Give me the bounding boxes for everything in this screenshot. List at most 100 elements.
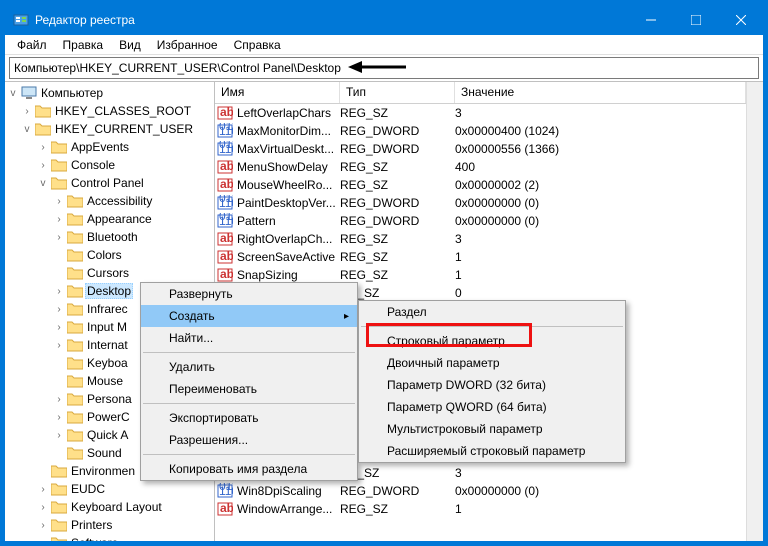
svg-text:ab: ab	[220, 267, 233, 281]
folder-icon	[67, 230, 83, 244]
folder-icon	[67, 320, 83, 334]
svg-text:ab: ab	[220, 231, 233, 245]
string-value-icon: ab	[217, 231, 233, 247]
folder-icon	[67, 302, 83, 316]
svg-text:ab: ab	[220, 177, 233, 191]
tree-root[interactable]: vКомпьютер	[5, 84, 214, 102]
ctx-new-multistring[interactable]: Мультистроковый параметр	[359, 418, 625, 440]
binary-value-icon: 011110	[217, 195, 233, 211]
maximize-button[interactable]	[673, 5, 718, 35]
tree-appevents[interactable]: ›AppEvents	[5, 138, 214, 156]
tree-cursors[interactable]: Cursors	[5, 264, 214, 282]
list-row[interactable]: 011110PaintDesktopVer...REG_DWORD0x00000…	[215, 194, 746, 212]
ctx-rename[interactable]: Переименовать	[141, 378, 357, 400]
tree-hkcu[interactable]: vHKEY_CURRENT_USER	[5, 120, 214, 138]
value-name: MouseWheelRo...	[237, 178, 340, 192]
menu-edit[interactable]: Правка	[55, 36, 112, 54]
ctx-copykeyname[interactable]: Копировать имя раздела	[141, 458, 357, 480]
tree-kblayout[interactable]: ›Keyboard Layout	[5, 498, 214, 516]
ctx-new-key[interactable]: Раздел	[359, 301, 625, 323]
svg-text:110: 110	[219, 196, 233, 210]
string-value-icon: ab	[217, 177, 233, 193]
address-bar[interactable]: Компьютер\HKEY_CURRENT_USER\Control Pane…	[9, 57, 759, 79]
ctx-new-qword[interactable]: Параметр QWORD (64 бита)	[359, 396, 625, 418]
value-data: 0x00000000 (0)	[455, 484, 746, 498]
col-value[interactable]: Значение	[455, 82, 746, 103]
list-row[interactable]: abRightOverlapCh...REG_SZ3	[215, 230, 746, 248]
svg-text:110: 110	[219, 214, 233, 228]
ctx-new-dword[interactable]: Параметр DWORD (32 бита)	[359, 374, 625, 396]
folder-icon	[67, 356, 83, 370]
folder-icon	[51, 176, 67, 190]
tree-eudc[interactable]: ›EUDC	[5, 480, 214, 498]
list-row[interactable]: 011110PatternREG_DWORD0x00000000 (0)	[215, 212, 746, 230]
ctx-new-binary[interactable]: Двоичный параметр	[359, 352, 625, 374]
ctx-find[interactable]: Найти...	[141, 327, 357, 349]
menu-help[interactable]: Справка	[226, 36, 289, 54]
context-submenu-create: Раздел Строковый параметр Двоичный парам…	[358, 300, 626, 463]
ctx-separator	[143, 352, 355, 353]
ctx-new-expandstring[interactable]: Расширяемый строковый параметр	[359, 440, 625, 462]
folder-icon	[67, 446, 83, 460]
ctx-export[interactable]: Экспортировать	[141, 407, 357, 429]
menu-favorites[interactable]: Избранное	[149, 36, 226, 54]
tree-appearance[interactable]: ›Appearance	[5, 210, 214, 228]
ctx-separator	[143, 454, 355, 455]
folder-icon	[67, 428, 83, 442]
value-type: REG_SZ	[340, 106, 455, 120]
list-row[interactable]: abScreenSaveActiveREG_SZ1	[215, 248, 746, 266]
folder-icon	[51, 158, 67, 172]
ctx-delete[interactable]: Удалить	[141, 356, 357, 378]
value-type: REG_DWORD	[340, 484, 455, 498]
col-name[interactable]: Имя	[215, 82, 340, 103]
ctx-create[interactable]: Создать	[141, 305, 357, 327]
value-type: REG_SZ	[340, 502, 455, 516]
ctx-new-string[interactable]: Строковый параметр	[359, 330, 625, 352]
tree-software[interactable]: ›Software	[5, 534, 214, 541]
folder-icon	[51, 536, 67, 541]
menu-view[interactable]: Вид	[111, 36, 149, 54]
tree-console[interactable]: ›Console	[5, 156, 214, 174]
svg-text:ab: ab	[220, 249, 233, 263]
value-data: 0x00000000 (0)	[455, 214, 746, 228]
value-name: Win8DpiScaling	[237, 484, 340, 498]
value-data: 3	[455, 106, 746, 120]
app-icon	[13, 12, 29, 28]
list-row[interactable]: abMouseWheelRo...REG_SZ0x00000002 (2)	[215, 176, 746, 194]
minimize-button[interactable]	[628, 5, 673, 35]
tree-controlpanel[interactable]: vControl Panel	[5, 174, 214, 192]
value-type: REG_SZ	[340, 178, 455, 192]
menu-file[interactable]: Файл	[9, 36, 55, 54]
value-type: REG_SZ	[340, 268, 455, 282]
value-data: 0x00000556 (1366)	[455, 142, 746, 156]
list-row[interactable]: 011110MaxVirtualDeskt...REG_DWORD0x00000…	[215, 140, 746, 158]
folder-icon	[51, 500, 67, 514]
folder-icon	[67, 284, 83, 298]
close-button[interactable]	[718, 5, 763, 35]
string-value-icon: ab	[217, 267, 233, 283]
list-row[interactable]: 011110MaxMonitorDim...REG_DWORD0x0000040…	[215, 122, 746, 140]
value-name: MenuShowDelay	[237, 160, 340, 174]
tree-bluetooth[interactable]: ›Bluetooth	[5, 228, 214, 246]
tree-colors[interactable]: Colors	[5, 246, 214, 264]
tree-hkcr[interactable]: ›HKEY_CLASSES_ROOT	[5, 102, 214, 120]
list-row[interactable]: 011110Win8DpiScalingREG_DWORD0x00000000 …	[215, 482, 746, 500]
col-type[interactable]: Тип	[340, 82, 455, 103]
binary-value-icon: 011110	[217, 123, 233, 139]
menubar: Файл Правка Вид Избранное Справка	[5, 35, 763, 55]
tree-accessibility[interactable]: ›Accessibility	[5, 192, 214, 210]
ctx-expand[interactable]: Развернуть	[141, 283, 357, 305]
list-row[interactable]: abMenuShowDelayREG_SZ400	[215, 158, 746, 176]
tree-printers[interactable]: ›Printers	[5, 516, 214, 534]
value-name: SnapSizing	[237, 268, 340, 282]
value-data: 1	[455, 502, 746, 516]
vertical-scrollbar[interactable]	[746, 82, 763, 541]
computer-icon	[21, 86, 37, 100]
binary-value-icon: 011110	[217, 141, 233, 157]
list-row[interactable]: abLeftOverlapCharsREG_SZ3	[215, 104, 746, 122]
value-type: REG_SZ	[340, 232, 455, 246]
list-row[interactable]: abWindowArrange...REG_SZ1	[215, 500, 746, 518]
value-type: REG_DWORD	[340, 214, 455, 228]
ctx-permissions[interactable]: Разрешения...	[141, 429, 357, 451]
folder-icon	[51, 464, 67, 478]
